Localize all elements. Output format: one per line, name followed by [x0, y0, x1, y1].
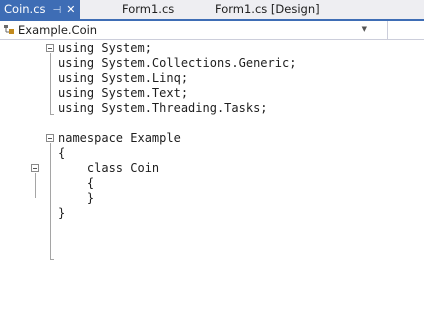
navigation-bar: Example.Coin ▼	[0, 21, 424, 40]
collapse-icon[interactable]	[46, 44, 54, 52]
type-dropdown-label: Example.Coin	[18, 23, 98, 37]
code-line: using System;	[58, 41, 152, 55]
chevron-down-icon: ▼	[361, 25, 367, 33]
tab-label: Form1.cs	[122, 2, 175, 16]
code-line: using System.Text;	[58, 86, 189, 100]
tab-label: Form1.cs [Design]	[215, 2, 320, 16]
outline-guide	[35, 173, 36, 198]
class-icon	[4, 25, 14, 34]
code-line: namespace Example	[58, 131, 181, 145]
tab-form1-cs[interactable]: Form1.cs	[122, 0, 174, 19]
outline-guide	[50, 53, 51, 114]
code-line: }	[58, 191, 95, 205]
close-icon[interactable]: ✕	[66, 0, 75, 19]
document-tab-bar: Coin.cs ⊣ ✕ Form1.cs Form1.cs [Design]	[0, 0, 424, 21]
code-line: using System.Collections.Generic;	[58, 56, 297, 70]
type-dropdown[interactable]: Example.Coin ▼	[0, 21, 388, 39]
tab-form1-design[interactable]: Form1.cs [Design]	[215, 0, 320, 19]
code-line: {	[58, 176, 95, 190]
code-line: {	[58, 146, 66, 160]
tab-label: Coin.cs	[4, 2, 46, 16]
outline-guide-end	[50, 259, 54, 260]
collapse-icon[interactable]	[31, 164, 39, 172]
code-line: }	[58, 206, 66, 220]
code-editor[interactable]: using System; using System.Collections.G…	[0, 40, 424, 334]
code-line: using System.Linq;	[58, 71, 189, 85]
outline-guide	[50, 143, 51, 259]
code-line: using System.Threading.Tasks;	[58, 101, 268, 115]
tab-coin-cs[interactable]: Coin.cs ⊣ ✕	[0, 0, 81, 20]
collapse-icon[interactable]	[46, 134, 54, 142]
outline-guide-end	[50, 114, 54, 115]
pin-icon[interactable]: ⊣	[53, 1, 62, 20]
code-line: class Coin	[58, 161, 160, 175]
